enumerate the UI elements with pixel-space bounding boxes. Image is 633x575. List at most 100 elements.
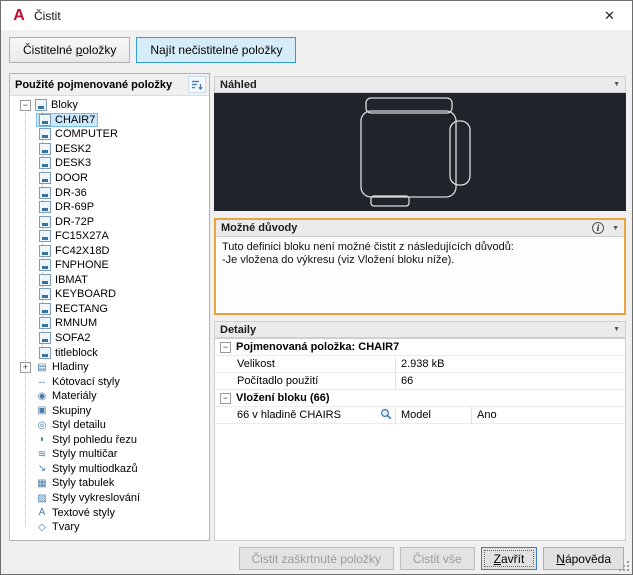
tree-item-dimension-styles[interactable]: ↔ Kótovací styly — [10, 374, 209, 389]
purge-all-button[interactable]: Čistit vše — [399, 547, 475, 570]
plot-styles-icon: ▨ — [37, 492, 47, 504]
tree-item-block-desk2[interactable]: DESK2 — [10, 142, 209, 157]
tree-item-block-chair7[interactable]: CHAIR7 — [10, 112, 209, 128]
named-items-header: Použité pojmenované položky — [15, 78, 173, 91]
possible-reasons-header[interactable]: Možné důvody i ▼ — [216, 220, 624, 237]
block-icon — [39, 346, 51, 359]
help-button[interactable]: Nápověda — [543, 547, 624, 570]
possible-reasons-section: Možné důvody i ▼ Tuto definici bloku nen… — [214, 218, 626, 315]
tree-item-layers[interactable]: + ▤ Hladiny — [10, 360, 209, 375]
close-icon[interactable]: ✕ — [587, 1, 632, 30]
collapse-box-icon[interactable]: − — [220, 341, 231, 353]
window-title: Čistit — [34, 8, 61, 23]
chevron-down-icon[interactable]: ▼ — [613, 81, 620, 88]
tree-item-block-keyboard[interactable]: KEYBOARD — [10, 287, 209, 302]
tree-item-block-sofa2[interactable]: SOFA2 — [10, 331, 209, 346]
details-header-label: Detaily — [220, 323, 257, 336]
tree-item-text-styles[interactable]: A Textové styly — [10, 505, 209, 520]
tree-item-plot-styles[interactable]: ▨ Styly vykreslování — [10, 491, 209, 506]
tree-item-section-view-style[interactable]: ◗ Styl pohledu řezu — [10, 433, 209, 448]
chevron-down-icon[interactable]: ▼ — [612, 225, 619, 232]
table-styles-icon: ▦ — [37, 477, 47, 489]
block-icon — [39, 302, 51, 315]
dialog-footer: Čistit zaškrtnuté položky Čistit vše Zav… — [238, 547, 624, 570]
tree-item-block-dr-69p[interactable]: DR-69P — [10, 200, 209, 215]
tree-item-block-rmnum[interactable]: RMNUM — [10, 316, 209, 331]
block-icon — [39, 259, 51, 272]
named-items-header-bar: Použité pojmenované položky — [10, 74, 209, 96]
block-icon — [39, 215, 51, 228]
multileader-styles-icon: ↘ — [37, 463, 47, 475]
collapse-box-icon[interactable]: − — [20, 99, 31, 111]
block-icon — [39, 113, 51, 126]
tree-item-block-dr-36[interactable]: DR-36 — [10, 185, 209, 200]
preview-header-label: Náhled — [220, 78, 257, 91]
block-icon — [35, 99, 47, 112]
block-icon — [39, 244, 51, 257]
tree-item-detail-view-style[interactable]: ◎ Styl detailu — [10, 418, 209, 433]
groups-icon: ▣ — [37, 405, 47, 417]
autocad-logo-icon: A — [13, 7, 25, 24]
tab-find-nonpurgeable-items[interactable]: Najít nečistitelné položky — [136, 37, 297, 63]
purge-dialog: A Čistit ✕ Čistitelné položky Najít neči… — [0, 0, 633, 575]
tree-item-block-fc15x27a[interactable]: FC15X27A — [10, 229, 209, 244]
size-label: Velikost — [237, 358, 275, 370]
tab-purgeable-items[interactable]: Čistitelné položky — [9, 37, 131, 63]
tree-item-multileader-styles[interactable]: ↘ Styly multiodkazů — [10, 462, 209, 477]
section-view-style-icon: ◗ — [38, 434, 46, 446]
block-icon — [39, 273, 51, 286]
tree-item-multiline-styles[interactable]: ≋ Styly multičar — [10, 447, 209, 462]
details-row-usage-count: Počítadlo použití 66 — [215, 372, 625, 390]
tree-item-table-styles[interactable]: ▦ Styly tabulek — [10, 476, 209, 491]
chair-block-preview — [360, 97, 471, 207]
tree-item-groups[interactable]: ▣ Skupiny — [10, 403, 209, 418]
multiline-styles-icon: ≋ — [37, 448, 47, 460]
details-grid: − Pojmenovaná položka: CHAIR7 Velikost 2… — [214, 338, 626, 541]
details-named-item-row[interactable]: − Pojmenovaná položka: CHAIR7 — [215, 339, 625, 356]
insert-location-label: 66 v hladině CHAIRS — [237, 409, 341, 421]
tree-item-block-titleblock[interactable]: titleblock — [10, 345, 209, 360]
block-icon — [39, 172, 51, 184]
named-items-panel: Použité pojmenované položky − Bloky CHAIR7… — [9, 73, 210, 541]
resize-grip[interactable] — [627, 569, 629, 571]
usage-count-label: Počítadlo použití — [237, 375, 319, 387]
tree-item-shapes[interactable]: ◇ Tvary — [10, 520, 209, 535]
reason-line: -Je vložena do výkresu (viz Vložení blok… — [222, 254, 455, 266]
tree-item-block-rectang[interactable]: RECTANG — [10, 302, 209, 317]
tree-item-blocks-root[interactable]: − Bloky — [10, 98, 209, 113]
tree-item-block-desk3[interactable]: DESK3 — [10, 156, 209, 171]
tree-item-block-fc42x18d[interactable]: FC42X18D — [10, 243, 209, 258]
tree-item-block-dr-72p[interactable]: DR-72P — [10, 214, 209, 229]
preview-section-header[interactable]: Náhled ▼ — [214, 76, 626, 93]
chevron-down-icon[interactable]: ▼ — [613, 326, 620, 333]
named-items-tree: − Bloky CHAIR7 COMPUTER DESK2 DESK3 DOOR DR-36 D… — [10, 96, 209, 540]
text-styles-icon: A — [38, 507, 46, 519]
block-icon — [39, 186, 51, 199]
tree-item-block-door[interactable]: DOOR — [10, 171, 209, 186]
tree-item-block-ibmat[interactable]: IBMAT — [10, 273, 209, 288]
purge-checked-items-button[interactable]: Čistit zaškrtnuté položky — [238, 547, 394, 570]
details-insert-instance-row: 66 v hladině CHAIRS Model Ano — [215, 406, 625, 424]
block-icon — [39, 288, 51, 301]
layers-icon: ▤ — [37, 361, 47, 373]
zoom-to-object-icon[interactable] — [380, 408, 392, 423]
tree-item-block-computer[interactable]: COMPUTER — [10, 127, 209, 142]
tree-item-materials[interactable]: ◉ Materiály — [10, 389, 209, 404]
block-icon — [39, 317, 51, 330]
possible-reasons-label: Možné důvody — [221, 222, 298, 234]
collapse-box-icon[interactable]: − — [220, 392, 231, 404]
details-section-header[interactable]: Detaily ▼ — [214, 321, 626, 338]
tree-item-block-fnphone[interactable]: FNPHONE — [10, 258, 209, 273]
info-icon[interactable]: i — [592, 222, 605, 234]
expand-box-icon[interactable]: + — [20, 361, 31, 373]
block-insert-group-label: Vložení bloku (66) — [236, 392, 330, 404]
shapes-icon: ◇ — [38, 521, 46, 533]
details-block-insert-row[interactable]: − Vložení bloku (66) — [215, 390, 625, 407]
block-icon — [39, 201, 51, 214]
mode-tabs: Čistitelné položky Najít nečistitelné po… — [9, 37, 297, 63]
insert-layout-value: Model — [395, 406, 471, 424]
sort-icon[interactable] — [188, 76, 206, 93]
size-value: 2.938 kB — [395, 355, 625, 373]
block-icon — [39, 230, 51, 243]
close-dialog-button[interactable]: Zavřít — [480, 547, 538, 570]
